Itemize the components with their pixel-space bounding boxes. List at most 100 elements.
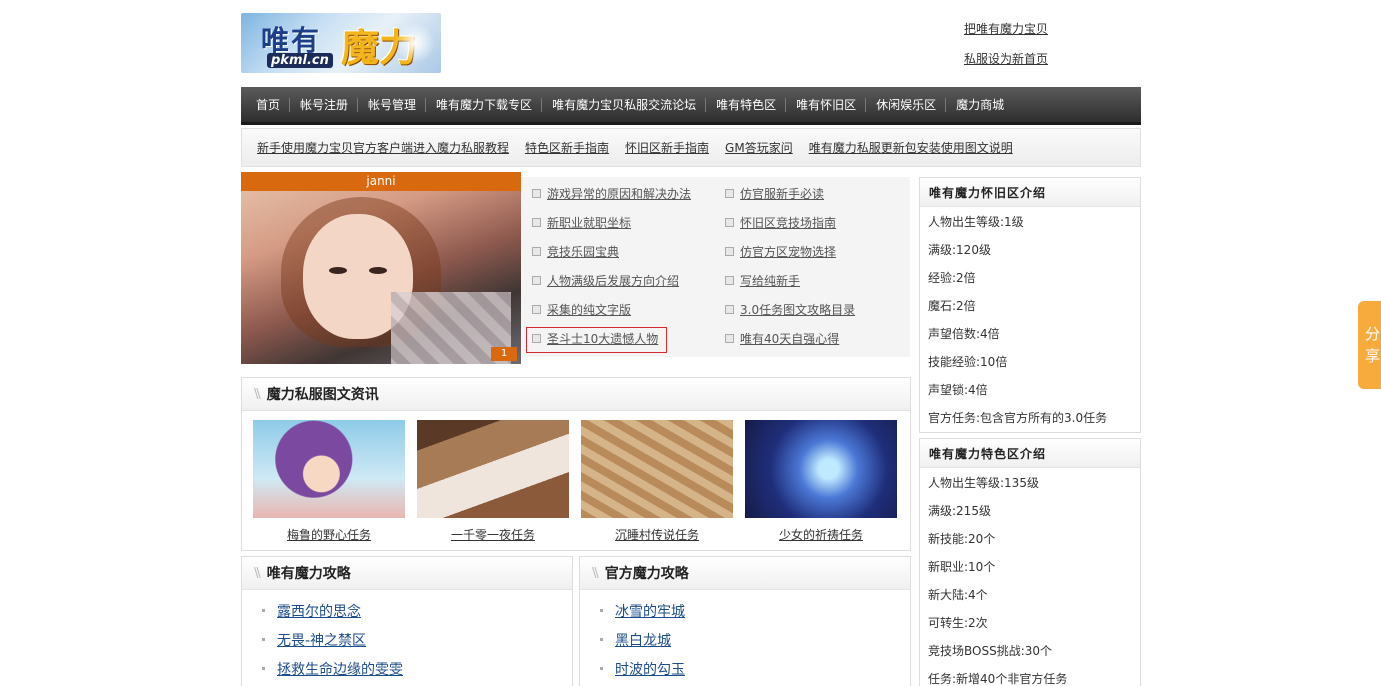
list-item: 仿官服新手必读 xyxy=(714,179,907,208)
nav-leisure-zone[interactable]: 休闲娱乐区 xyxy=(865,86,946,124)
article-link[interactable]: 3.0任务图文攻略目录 xyxy=(740,301,855,318)
article-link[interactable]: 仿官方区宠物选择 xyxy=(740,243,836,260)
subnav-client-tutorial[interactable]: 新手使用魔力宝贝官方客户端进入魔力私服教程 xyxy=(257,139,509,156)
info-item: 可转生:2次 xyxy=(928,616,988,630)
subnav-classic-guide[interactable]: 怀旧区新手指南 xyxy=(625,139,709,156)
guide-link[interactable]: 黑白龙城 xyxy=(615,630,671,650)
list-item-highlighted: 圣斗士10大遗憾人物 xyxy=(521,324,714,353)
gallery-link[interactable]: 一千零一夜任务 xyxy=(417,526,569,543)
subnav-special-guide[interactable]: 特色区新手指南 xyxy=(525,139,609,156)
info-item: 新职业:10个 xyxy=(928,560,996,574)
list-item: 竞技乐园宝典 xyxy=(521,237,714,266)
gallery-link[interactable]: 少女的祈祷任务 xyxy=(745,526,897,543)
bullet-icon xyxy=(532,276,541,285)
nav-shop[interactable]: 魔力商城 xyxy=(945,86,1014,124)
info-item: 经验:2倍 xyxy=(928,271,976,285)
bullet-icon xyxy=(725,189,734,198)
guide-link[interactable]: 时波的勾玉 xyxy=(615,659,685,679)
nav-download[interactable]: 唯有魔力下载专区 xyxy=(425,86,542,124)
site-logo[interactable]: 唯有 魔力 pkml.cn xyxy=(241,13,441,73)
subnav-gm-qa[interactable]: GM答玩家问 xyxy=(725,139,793,156)
bullet-icon xyxy=(532,247,541,256)
article-link[interactable]: 唯有40天自强心得 xyxy=(740,330,839,347)
bullet-icon xyxy=(725,334,734,343)
info-item: 满级:215级 xyxy=(928,504,991,518)
article-link[interactable]: 人物满级后发展方向介绍 xyxy=(547,272,679,289)
nav-account[interactable]: 帐号管理 xyxy=(357,86,426,124)
gallery-link[interactable]: 梅鲁的野心任务 xyxy=(253,526,405,543)
info-item: 魔石:2倍 xyxy=(928,299,976,313)
panel-title: 魔力私服图文资讯 xyxy=(266,387,379,403)
set-homepage-link-2[interactable]: 私服设为新首页 xyxy=(964,50,1048,80)
article-link[interactable]: 竞技乐园宝典 xyxy=(547,243,619,260)
guide-link[interactable]: 冰雪的牢城 xyxy=(615,601,685,621)
classic-zone-info-panel: 唯有魔力怀旧区介绍 人物出生等级:1级 满级:120级 经验:2倍 魔石:2倍 … xyxy=(919,177,1141,433)
list-item: 冰雪的牢城 xyxy=(600,596,910,625)
bullet-icon xyxy=(725,276,734,285)
panel-title: 官方魔力攻略 xyxy=(604,566,689,582)
article-link[interactable]: 游戏异常的原因和解决办法 xyxy=(547,185,691,202)
list-item: 怀旧区竞技场指南 xyxy=(714,208,907,237)
panel-header: 唯有魔力怀旧区介绍 xyxy=(920,178,1140,207)
featured-image-slider[interactable]: janni 1 xyxy=(241,172,521,364)
slash-decoration-icon: \\ xyxy=(592,565,599,581)
article-link[interactable]: 仿官服新手必读 xyxy=(740,185,824,202)
nav-special-zone[interactable]: 唯有特色区 xyxy=(705,86,786,124)
gallery-thumbnail[interactable] xyxy=(417,420,569,518)
info-item: 满级:120级 xyxy=(928,243,991,257)
panel-header: \\ 魔力私服图文资讯 xyxy=(242,378,910,411)
panel-title: 唯有魔力特色区介绍 xyxy=(929,446,1047,461)
info-item: 任务:新增40个非官方任务 xyxy=(928,672,1068,686)
guide-link[interactable]: 拯救生命边缘的雯雯 xyxy=(277,659,403,679)
list-item: 新职业就职坐标 xyxy=(521,208,714,237)
list-item: 黑白龙城 xyxy=(600,625,910,654)
gallery-link[interactable]: 沉睡村传说任务 xyxy=(581,526,733,543)
gallery-item: 沉睡村传说任务 xyxy=(581,420,733,543)
nav-home[interactable]: 首页 xyxy=(246,86,290,124)
info-item: 人物出生等级:1级 xyxy=(928,215,1024,229)
list-item: 拯救生命边缘的雯雯 xyxy=(262,654,572,683)
article-link[interactable]: 怀旧区竞技场指南 xyxy=(740,214,836,231)
bullet-icon xyxy=(725,218,734,227)
gallery: 梅鲁的野心任务 一千零一夜任务 沉睡村传说任务 少女的祈祷任务 xyxy=(242,411,910,543)
info-item: 新技能:20个 xyxy=(928,532,996,546)
guide-link[interactable]: 露西尔的思念 xyxy=(277,601,361,621)
info-item: 官方任务:包含官方所有的3.0任务 xyxy=(928,411,1108,425)
article-list: 游戏异常的原因和解决办法 仿官服新手必读 新职业就职坐标 怀旧区竞技场指南 竞技… xyxy=(521,177,910,357)
list-item: 仿官方区宠物选择 xyxy=(714,237,907,266)
bullet-icon xyxy=(600,638,603,641)
list-item: 无畏-神之禁区 xyxy=(262,625,572,654)
slash-decoration-icon: \\ xyxy=(254,386,261,402)
bullet-icon xyxy=(600,667,603,670)
nav-classic-zone[interactable]: 唯有怀旧区 xyxy=(785,86,866,124)
bullet-icon xyxy=(532,305,541,314)
article-link[interactable]: 写给纯新手 xyxy=(740,272,800,289)
bullet-icon xyxy=(725,305,734,314)
bullet-icon xyxy=(532,218,541,227)
guide-panel-official: \\ 官方魔力攻略 冰雪的牢城 黑白龙城 时波的勾玉 xyxy=(579,556,911,686)
share-button[interactable]: 分享 xyxy=(1358,301,1381,389)
guide-panel-private: \\ 唯有魔力攻略 露西尔的思念 无畏-神之禁区 拯救生命边缘的雯雯 xyxy=(241,556,573,686)
nav-register[interactable]: 帐号注册 xyxy=(289,86,358,124)
logo-domain: pkml.cn xyxy=(267,53,333,68)
article-link[interactable]: 新职业就职坐标 xyxy=(547,214,631,231)
list-item: 露西尔的思念 xyxy=(262,596,572,625)
panel-title: 唯有魔力怀旧区介绍 xyxy=(929,185,1047,200)
article-link[interactable]: 采集的纯文字版 xyxy=(547,301,631,318)
bullet-icon xyxy=(262,609,265,612)
subnav-update-guide[interactable]: 唯有魔力私服更新包安装使用图文说明 xyxy=(809,139,1013,156)
news-gallery-panel: \\ 魔力私服图文资讯 梅鲁的野心任务 一千零一夜任务 沉睡村传说任务 少女的祈… xyxy=(241,377,911,551)
list-item: 游戏异常的原因和解决办法 xyxy=(521,179,714,208)
guide-link[interactable]: 无畏-神之禁区 xyxy=(277,630,366,650)
gallery-thumbnail[interactable] xyxy=(253,420,405,518)
nav-forum[interactable]: 唯有魔力宝贝私服交流论坛 xyxy=(541,86,706,124)
gallery-thumbnail[interactable] xyxy=(581,420,733,518)
set-homepage-link-1[interactable]: 把唯有魔力宝贝 xyxy=(964,20,1048,50)
slide-indicator[interactable]: 1 xyxy=(491,347,517,361)
list-item: 唯有40天自强心得 xyxy=(714,324,907,353)
panel-title: 唯有魔力攻略 xyxy=(266,566,351,582)
list-item: 人物满级后发展方向介绍 xyxy=(521,266,714,295)
gallery-thumbnail[interactable] xyxy=(745,420,897,518)
gallery-item: 少女的祈祷任务 xyxy=(745,420,897,543)
article-link[interactable]: 圣斗士10大遗憾人物 xyxy=(547,330,658,347)
